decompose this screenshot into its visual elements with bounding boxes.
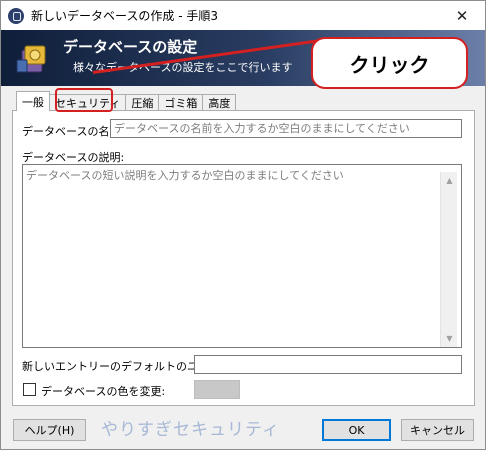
color-swatch-button[interactable]	[194, 380, 240, 399]
tab-general[interactable]: 一般	[16, 91, 50, 111]
tab-advanced[interactable]: 高度	[202, 94, 237, 111]
tab-compression[interactable]: 圧縮	[125, 94, 160, 111]
window-title: 新しいデータベースの作成 - 手順3	[31, 9, 218, 23]
watermark-text: やりすぎセキュリティ	[101, 420, 280, 440]
tab-strip: 一般 セキュリティ 圧縮 ゴミ箱 高度	[16, 91, 237, 111]
security-tab-highlight	[55, 88, 113, 112]
cancel-button[interactable]: キャンセル	[401, 419, 474, 441]
banner-title: データベースの設定	[63, 38, 198, 56]
scroll-up-arrow-icon[interactable]: ▲	[441, 172, 458, 189]
help-button[interactable]: ヘルプ(H)	[13, 419, 86, 441]
keepass-lock-icon	[8, 7, 24, 24]
close-button[interactable]: ✕	[439, 1, 485, 30]
database-description-textarea[interactable]	[22, 164, 462, 348]
change-color-label: データベースの色を変更:	[41, 385, 166, 398]
tab-recycle-bin[interactable]: ゴミ箱	[158, 94, 204, 111]
title-bar: 新しいデータベースの作成 - 手順3 ✕	[1, 1, 485, 30]
description-scrollbar[interactable]: ▲ ▼	[440, 172, 457, 347]
change-color-checkbox[interactable]	[23, 383, 36, 396]
click-callout: クリック	[311, 37, 468, 89]
database-settings-icon	[16, 45, 46, 73]
name-label: データベースの名前:	[22, 125, 125, 138]
description-label: データベースの説明:	[22, 151, 125, 164]
default-username-input[interactable]	[194, 355, 462, 374]
scroll-down-arrow-icon[interactable]: ▼	[441, 330, 458, 347]
ok-button[interactable]: OK	[322, 419, 391, 441]
dialog-window: 新しいデータベースの作成 - 手順3 ✕ データベースの設定 様々なデータベース…	[0, 0, 486, 450]
database-name-input[interactable]	[110, 119, 462, 138]
